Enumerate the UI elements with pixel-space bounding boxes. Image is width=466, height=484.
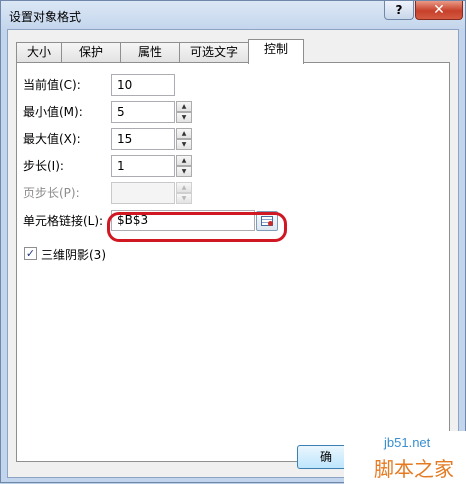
chevron-down-icon[interactable]: ▼ (176, 166, 192, 177)
cell-link-label: 单元格链接(L): (23, 214, 104, 228)
current-value-input[interactable]: 10 (111, 74, 175, 96)
chevron-up-icon[interactable]: ▲ (176, 101, 192, 112)
chevron-down-icon: ▼ (176, 193, 192, 204)
watermark-text: 脚本之家 (374, 459, 454, 481)
chevron-down-icon[interactable]: ▼ (176, 139, 192, 150)
3d-shading-checkbox[interactable]: ✓ (24, 247, 37, 260)
step-input[interactable]: 1 (111, 155, 175, 177)
tab-protection[interactable]: 保护 (61, 42, 121, 63)
chevron-down-icon[interactable]: ▼ (176, 112, 192, 123)
tab-properties[interactable]: 属性 (120, 42, 180, 63)
chevron-up-icon[interactable]: ▲ (176, 128, 192, 139)
title-bar[interactable]: 设置对象格式 ? ✕ (1, 1, 466, 29)
help-button[interactable]: ? (384, 1, 414, 20)
max-value-label: 最大值(X): (23, 132, 81, 146)
dialog-title: 设置对象格式 (9, 10, 82, 24)
page-step-input (111, 182, 175, 204)
3d-shading-label: 三维阴影(3) (41, 248, 106, 262)
max-value-input[interactable]: 15 (111, 128, 175, 150)
current-value-label: 当前值(C): (23, 78, 81, 92)
min-value-input[interactable]: 5 (111, 101, 175, 123)
collapse-dialog-button[interactable] (256, 211, 278, 231)
step-stepper[interactable]: ▲ ▼ (176, 155, 192, 177)
range-picker-dot-icon (268, 221, 273, 226)
chevron-up-icon[interactable]: ▲ (176, 155, 192, 166)
step-label: 步长(I): (23, 159, 64, 173)
page-step-label: 页步长(P): (23, 186, 80, 200)
tab-control[interactable]: 控制 (248, 39, 304, 64)
watermark: jb51.net 脚本之家 (344, 431, 466, 484)
tab-alt-text[interactable]: 可选文字 (179, 42, 249, 63)
tab-size[interactable]: 大小 (16, 42, 62, 63)
page-step-stepper: ▲ ▼ (176, 182, 192, 204)
close-button[interactable]: ✕ (415, 1, 463, 20)
cell-link-input[interactable]: $B$3 (111, 210, 255, 231)
dialog-window: 设置对象格式 ? ✕ 大小 保护 属性 可选文字 控制 当前值(C): 10 最… (0, 0, 466, 484)
max-value-stepper[interactable]: ▲ ▼ (176, 128, 192, 150)
chevron-up-icon: ▲ (176, 182, 192, 193)
min-value-stepper[interactable]: ▲ ▼ (176, 101, 192, 123)
watermark-url: jb51.net (384, 435, 431, 450)
min-value-label: 最小值(M): (23, 105, 83, 119)
